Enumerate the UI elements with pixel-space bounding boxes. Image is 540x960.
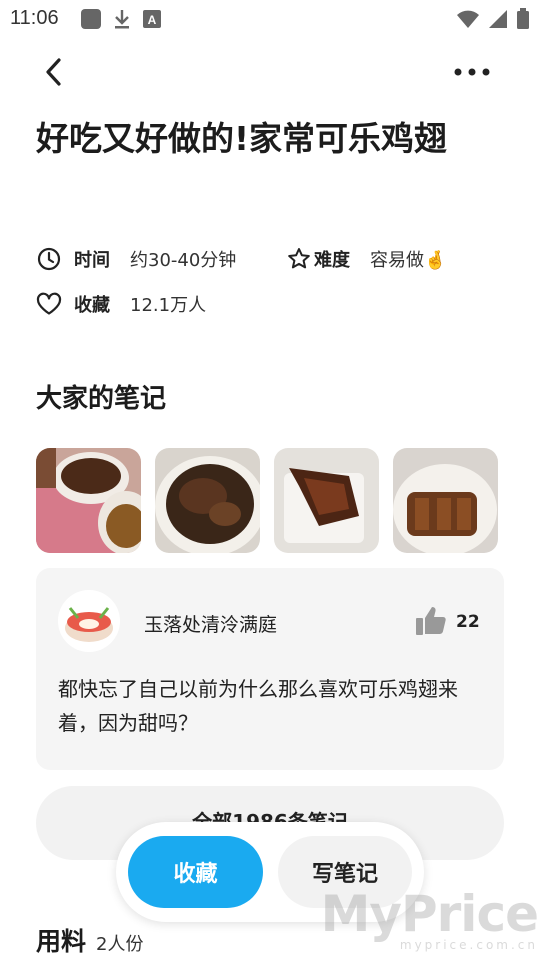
note-photo-1[interactable] xyxy=(36,448,141,553)
favorites-value: 12.1万人 xyxy=(130,295,207,316)
featured-note-card[interactable]: 玉落处清泠满庭 22 都快忘了自己以前为什么那么喜欢可乐鸡翅来着，因为甜吗？ xyxy=(36,568,504,770)
watermark: MyPrice myprice.com.cn xyxy=(320,885,539,952)
wifi-icon xyxy=(456,9,480,33)
favorite-button[interactable]: 收藏 xyxy=(128,836,263,908)
heart-icon xyxy=(36,291,62,317)
time-row: 时间 约30-40分钟 xyxy=(36,246,236,272)
note-photo-4[interactable] xyxy=(393,448,498,553)
battery-icon xyxy=(516,8,530,34)
note-text: 都快忘了自己以前为什么那么喜欢可乐鸡翅来着，因为甜吗？ xyxy=(58,677,458,735)
app-notification-icon xyxy=(80,8,102,34)
ingredients-servings: 2人份 xyxy=(96,934,144,955)
difficulty-label: 难度 xyxy=(314,250,350,271)
back-button[interactable] xyxy=(34,52,74,92)
note-photos xyxy=(36,448,498,553)
note-photo-2[interactable] xyxy=(155,448,260,553)
favorites-row: 收藏 12.1万人 xyxy=(36,291,206,317)
text-app-icon: A xyxy=(142,9,162,33)
thumbs-up-icon[interactable] xyxy=(414,604,448,638)
watermark-text: MyPrice xyxy=(320,885,539,943)
difficulty-value: 容易做🤞 xyxy=(370,250,447,271)
like-count: 22 xyxy=(456,612,480,632)
ingredients-header: 用料 2人份 xyxy=(36,922,143,958)
chevron-left-icon xyxy=(46,58,61,86)
clock-icon xyxy=(36,246,62,272)
download-icon xyxy=(112,8,132,34)
star-icon xyxy=(286,246,312,272)
top-bar xyxy=(0,48,540,100)
notes-section-title: 大家的笔记 xyxy=(36,384,167,414)
recipe-title: 好吃又好做的!家常可乐鸡翅 xyxy=(36,119,448,158)
favorites-label: 收藏 xyxy=(74,295,110,316)
note-author[interactable]: 玉落处清泠满庭 xyxy=(144,610,277,637)
time-value: 约30-40分钟 xyxy=(130,250,237,271)
ingredients-title: 用料 xyxy=(36,927,87,956)
svg-text:A: A xyxy=(148,13,157,27)
avatar[interactable] xyxy=(58,590,120,652)
status-time: 11:06 xyxy=(10,7,59,29)
more-dots-icon xyxy=(454,68,490,76)
signal-icon xyxy=(488,9,508,33)
more-options-button[interactable] xyxy=(448,52,496,92)
note-photo-3[interactable] xyxy=(274,448,379,553)
difficulty-row: 难度 容易做🤞 xyxy=(286,246,446,272)
time-label: 时间 xyxy=(74,250,110,271)
status-bar: 11:06 A xyxy=(0,0,540,36)
